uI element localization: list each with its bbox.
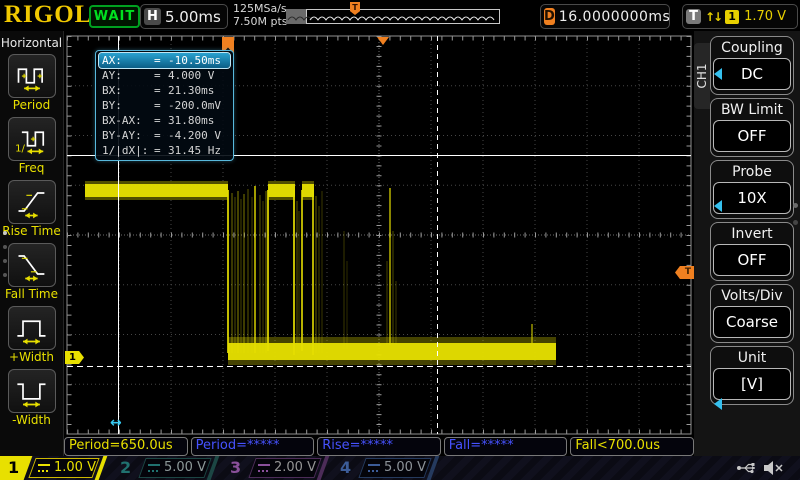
measurement-period2[interactable]: Period=*****: [191, 437, 315, 456]
cursor-row-freq: 1/|dX|: = 31.45 Hz: [99, 143, 230, 158]
sample-rate: 125MSa/s: [233, 2, 288, 15]
left-menu-title: Horizontal: [0, 31, 63, 50]
delay-value: 16.0000000ms: [559, 9, 671, 25]
horizontal-scale-readout[interactable]: H 5.00ms: [140, 4, 228, 29]
measurement-period1[interactable]: Period=650.0us: [64, 437, 188, 456]
rise-time-label: Rise Time: [0, 224, 63, 239]
menu-item-volts-div[interactable]: Volts/Div Coarse: [710, 284, 794, 343]
svg-text:1/: 1/: [15, 143, 25, 154]
cursor-row-bx: BX: = 21.30ms: [99, 83, 230, 98]
rise-time-button[interactable]: [8, 180, 56, 224]
menu-item-bw-limit[interactable]: BW Limit OFF: [710, 98, 794, 157]
fall-time-button[interactable]: [8, 243, 56, 287]
period-icon: [14, 59, 50, 93]
cursor-by-line[interactable]: [67, 366, 691, 367]
cursor-row-by: BY: = -200.0mV: [99, 98, 230, 113]
channel1-number: 1: [8, 458, 19, 478]
trigger-readout[interactable]: T ↑↓ 1 1.70 V: [682, 4, 798, 29]
freq-button[interactable]: 1/: [8, 117, 56, 161]
freq-icon: 1/: [14, 122, 50, 156]
menu-item-probe[interactable]: Probe 10X: [710, 160, 794, 219]
trigger-slope-icon: ↑↓: [705, 10, 721, 24]
expand-arrow-icon: [714, 68, 722, 80]
cursor-row-ax: AX: = -10.50ms: [99, 53, 230, 68]
fall-time-label: Fall Time: [0, 287, 63, 302]
neg-width-label: -Width: [0, 413, 63, 428]
trigger-source-icon: 1: [725, 10, 739, 24]
cursor-row-bxax: BX-AX: = 31.80ms: [99, 113, 230, 128]
cursor-row-byay: BY-AY: = -4.200 V: [99, 128, 230, 143]
expand-arrow-icon: [714, 200, 722, 212]
dc-coupling-icon: [148, 464, 160, 472]
h-key-icon: H: [144, 8, 161, 25]
channel-menu-tab: CH1: [694, 43, 710, 109]
left-measure-menu: Horizontal Period 1/ Freq: [0, 31, 64, 456]
waveform-preview-bar[interactable]: T: [286, 9, 500, 24]
dc-coupling-icon: [258, 464, 270, 472]
channel2-indicator[interactable]: 2 5.00 V: [112, 456, 218, 480]
pos-width-icon: [14, 311, 50, 345]
left-menu-page-dots: [3, 231, 7, 287]
run-status-badge: WAIT: [89, 5, 140, 28]
graticule: ↔ T 1 AX: = -10.50ms AY: = 4.000 V BX: =…: [64, 31, 694, 437]
delay-key-icon: D: [544, 8, 555, 25]
cursor-drag-icon[interactable]: ↔: [110, 415, 122, 431]
neg-width-icon: [14, 374, 50, 408]
delay-readout[interactable]: D 16.0000000ms: [540, 4, 670, 29]
period-button[interactable]: [8, 54, 56, 98]
channel1-scale: 1.00 V: [54, 460, 96, 476]
channel-status-bar: 1 1.00 V 2 5.00 V 3 2.00 V 4 5.00 V: [0, 456, 800, 480]
preview-squiggle: [286, 9, 500, 24]
channel3-number: 3: [230, 458, 241, 478]
channel1-indicator[interactable]: 1 1.00 V: [0, 456, 108, 480]
cursor-bx-line[interactable]: [437, 36, 438, 434]
channel4-indicator[interactable]: 4 5.00 V: [332, 456, 438, 480]
rise-time-icon: [14, 185, 50, 219]
channel4-number: 4: [340, 458, 351, 478]
pos-width-label: +Width: [0, 350, 63, 365]
channel2-scale: 5.00 V: [164, 460, 206, 476]
channel2-number: 2: [120, 458, 131, 478]
freq-label: Freq: [0, 161, 63, 176]
dc-coupling-icon: [368, 464, 380, 472]
trigger-key-icon: T: [686, 9, 701, 24]
menu-item-coupling[interactable]: Coupling DC: [710, 36, 794, 95]
rigol-logo: RIGOL: [4, 1, 92, 29]
fall-time-icon: [14, 248, 50, 282]
channel4-scale: 5.00 V: [384, 460, 426, 476]
period-label: Period: [0, 98, 63, 113]
measurement-fall-limit[interactable]: Fall<700.0us: [570, 437, 694, 456]
trigger-level-value: 1.70 V: [744, 9, 786, 24]
trigger-position-icon[interactable]: [377, 37, 389, 45]
cursor-row-ay: AY: = 4.000 V: [99, 68, 230, 83]
channel3-scale: 2.00 V: [274, 460, 316, 476]
menu-item-unit[interactable]: Unit [V]: [710, 346, 794, 405]
measurement-bar: Period=650.0us Period=***** Rise=***** F…: [64, 437, 694, 456]
dc-coupling-icon: [38, 464, 50, 472]
memory-depth: 7.50M pts: [233, 15, 288, 28]
speaker-muted-icon: [763, 460, 785, 480]
acquisition-info: 125MSa/s 7.50M pts: [233, 2, 288, 28]
oscilloscope-screen: RIGOL WAIT H 5.00ms 125MSa/s 7.50M pts T…: [0, 0, 800, 480]
cursor-measurement-panel: AX: = -10.50ms AY: = 4.000 V BX: = 21.30…: [95, 50, 234, 161]
menu-item-invert[interactable]: Invert OFF: [710, 222, 794, 281]
timebase-value: 5.00ms: [165, 8, 221, 26]
pos-width-button[interactable]: [8, 306, 56, 350]
channel-menu: CH1 Coupling DC BW Limit OFF Probe 10X I…: [694, 31, 800, 456]
top-status-bar: RIGOL WAIT H 5.00ms 125MSa/s 7.50M pts T…: [0, 0, 800, 31]
expand-arrow-icon: [714, 398, 722, 410]
channel3-indicator[interactable]: 3 2.00 V: [222, 456, 328, 480]
neg-width-button[interactable]: [8, 369, 56, 413]
measurement-rise[interactable]: Rise=*****: [317, 437, 441, 456]
measurement-fall[interactable]: Fall=*****: [444, 437, 568, 456]
usb-icon: [736, 460, 760, 480]
